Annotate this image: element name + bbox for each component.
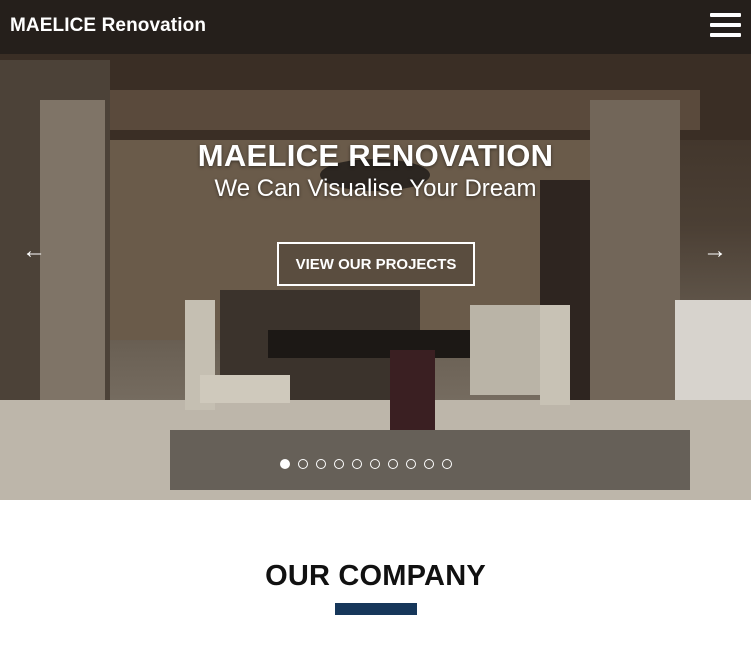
hero-title: MAELICE RENOVATION bbox=[197, 138, 554, 173]
carousel-dot-5[interactable] bbox=[352, 459, 362, 469]
hero-subtitle: We Can Visualise Your Dream bbox=[214, 175, 537, 202]
top-nav-bar: MAELICE Renovation bbox=[0, 0, 751, 54]
carousel-dot-10[interactable] bbox=[442, 459, 452, 469]
carousel-dot-1[interactable] bbox=[280, 459, 290, 469]
carousel-dot-3[interactable] bbox=[316, 459, 326, 469]
carousel-dot-8[interactable] bbox=[406, 459, 416, 469]
section-accent-bar bbox=[335, 603, 417, 615]
arrow-right-icon[interactable]: → bbox=[703, 236, 727, 266]
carousel-dot-7[interactable] bbox=[388, 459, 398, 469]
carousel-dot-9[interactable] bbox=[424, 459, 434, 469]
hero-carousel: MAELICE Renovation MAELICE RENOVATION We… bbox=[0, 0, 751, 500]
carousel-dot-4[interactable] bbox=[334, 459, 344, 469]
hamburger-menu-icon[interactable] bbox=[710, 13, 741, 39]
company-section-title: OUR COMPANY bbox=[265, 560, 486, 592]
arrow-left-icon[interactable]: ← bbox=[22, 236, 46, 266]
carousel-dot-2[interactable] bbox=[298, 459, 308, 469]
carousel-dot-6[interactable] bbox=[370, 459, 380, 469]
carousel-indicators bbox=[280, 459, 452, 469]
site-brand[interactable]: MAELICE Renovation bbox=[10, 15, 206, 37]
view-projects-button[interactable]: VIEW OUR PROJECTS bbox=[277, 242, 475, 286]
